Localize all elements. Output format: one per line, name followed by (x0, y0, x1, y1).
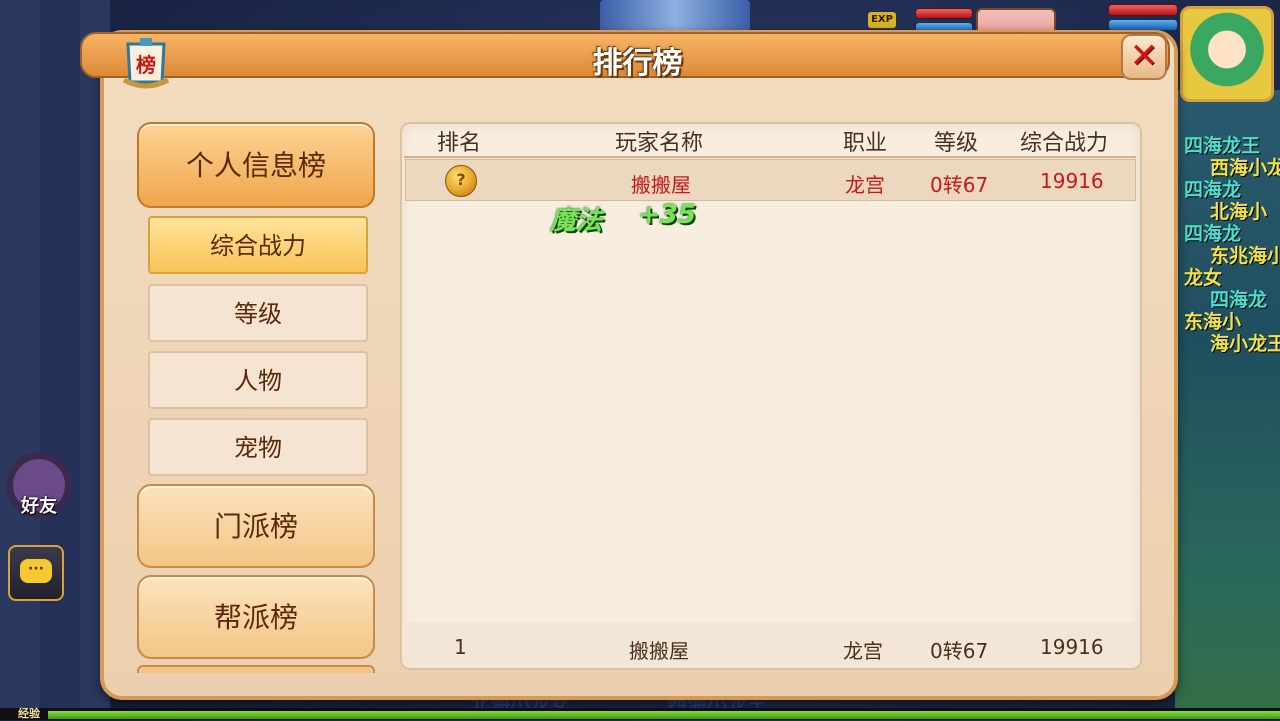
header-player-name: 玩家名称 (615, 131, 704, 156)
nav-sub-level[interactable]: 等级 (148, 284, 368, 342)
exp-badge: EXP (868, 12, 896, 28)
my-level: 0转67 (930, 639, 989, 663)
nearby-player-name[interactable]: 海小龙王 (1210, 333, 1280, 355)
nearby-player-name[interactable]: 四海龙 (1184, 223, 1280, 245)
player-hp-bar (1108, 4, 1178, 16)
chat-button[interactable]: ··· (8, 545, 64, 601)
panel-title: 排行榜 (592, 46, 683, 81)
close-button[interactable]: ✕ (1121, 34, 1167, 80)
my-class: 龙宫 (843, 639, 883, 663)
friend-label: 好友 (21, 496, 57, 517)
badge-char: 榜 (136, 53, 156, 77)
float-buff-label: 魔法 (550, 206, 603, 236)
header-divider (404, 156, 1136, 158)
close-icon: ✕ (1129, 36, 1159, 76)
nearby-player-name[interactable]: 东兆海小 (1210, 245, 1280, 267)
header-combat-power: 综合战力 (1020, 131, 1109, 156)
nearby-player-name[interactable]: 东海小 (1184, 311, 1280, 333)
background-character-top (600, 0, 750, 34)
nav-sub-character[interactable]: 人物 (148, 351, 368, 409)
pet-hp-bar (915, 8, 973, 19)
question-medal-icon: ? (445, 165, 477, 197)
nav-next-item-edge[interactable] (137, 665, 375, 673)
nav-guild[interactable]: 帮派榜 (137, 575, 375, 659)
nearby-player-name[interactable]: 西海小龙王 (1210, 157, 1280, 179)
row-level: 0转67 (930, 173, 989, 197)
my-combat-power: 19916 (1040, 635, 1104, 659)
exp-bar-fill (48, 711, 1280, 719)
exp-bar-label: 经验 (18, 707, 40, 720)
float-buff-value: +35 (638, 200, 696, 230)
my-rank: 1 (454, 635, 467, 659)
row-player-name: 搬搬屋 (631, 173, 691, 197)
nearby-player-name[interactable]: 四海龙 (1184, 179, 1280, 201)
leaderboard-badge-icon: 榜 (122, 38, 170, 89)
exp-bar: 经验 (0, 707, 1280, 720)
nearby-player-name[interactable]: 四海龙 (1210, 289, 1280, 311)
nav-sub-combat-power[interactable]: 综合战力 (148, 216, 368, 274)
chat-bubble-icon: ··· (20, 559, 52, 583)
ranking-table[interactable] (400, 122, 1142, 670)
background-wall (0, 0, 110, 720)
header-level: 等级 (934, 131, 979, 156)
header-class: 职业 (843, 131, 888, 156)
my-player-name: 搬搬屋 (629, 639, 689, 663)
nearby-player-name[interactable]: 龙女 (1184, 267, 1280, 289)
nav-sect[interactable]: 门派榜 (137, 484, 375, 568)
nearby-player-names: 四海龙王西海小龙王四海龙北海小四海龙东兆海小龙女四海龙东海小海小龙王 (1180, 135, 1280, 355)
nav-personal-info[interactable]: 个人信息榜 (137, 122, 375, 208)
row-class: 龙宫 (845, 173, 885, 197)
row-combat-power: 19916 (1040, 169, 1104, 193)
nearby-player-name[interactable]: 四海龙王 (1184, 135, 1280, 157)
nearby-player-name[interactable]: 北海小 (1210, 201, 1280, 223)
header-rank: 排名 (437, 131, 482, 156)
table-row[interactable] (405, 159, 1136, 201)
my-rank-row (402, 622, 1140, 668)
friend-button[interactable]: 好友 (6, 452, 72, 518)
nav-sub-pet[interactable]: 宠物 (148, 418, 368, 476)
